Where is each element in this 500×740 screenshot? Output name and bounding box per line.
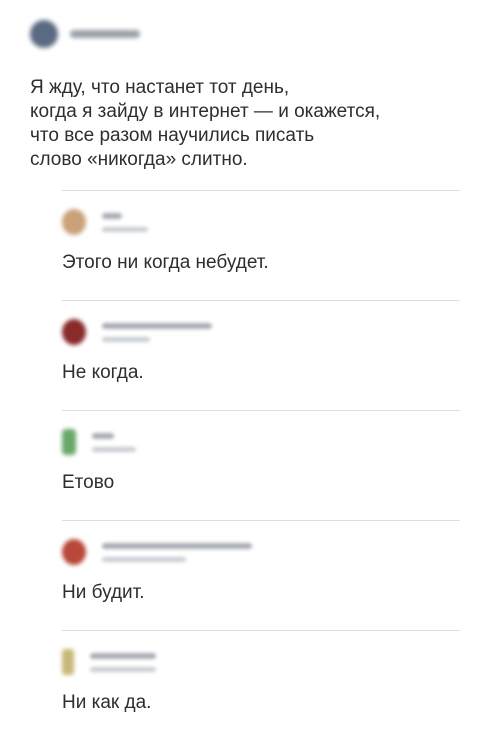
post-header <box>30 14 480 54</box>
comment-text: Этого ни когда небудет. <box>62 252 269 273</box>
comments-list: Этого ни когда небудет. Не когда. Етово <box>62 190 460 740</box>
comment-header <box>62 429 136 455</box>
comment-text: Етово <box>62 472 115 493</box>
comment-date-blurred <box>102 226 148 232</box>
comment-date-blurred <box>92 446 136 452</box>
comment-text: Ни будит. <box>62 582 145 603</box>
commenter-name-blurred[interactable] <box>102 212 122 219</box>
comment-text: Не когда. <box>62 362 144 383</box>
comment-1: Этого ни когда небудет. <box>62 190 460 300</box>
post: Я жду, что настанет тот день, когда я за… <box>30 14 480 172</box>
author-name-blurred[interactable] <box>70 30 140 38</box>
comment-date-blurred <box>102 556 186 562</box>
commenter-name-blurred[interactable] <box>102 542 252 549</box>
comment-header <box>62 539 252 565</box>
comment-4: Ни будит. <box>62 520 460 630</box>
comment-3: Етово <box>62 410 460 520</box>
commenter-name-blurred[interactable] <box>102 322 212 329</box>
commenter-avatar[interactable] <box>62 649 74 675</box>
commenter-name-blurred[interactable] <box>92 432 114 439</box>
comment-2: Не когда. <box>62 300 460 410</box>
comment-header <box>62 649 156 675</box>
commenter-avatar[interactable] <box>62 319 86 345</box>
author-avatar[interactable] <box>30 20 58 48</box>
comment-text: Ни как да. <box>62 692 152 713</box>
comment-header <box>62 209 148 235</box>
commenter-avatar[interactable] <box>62 429 76 455</box>
comment-date-blurred <box>102 336 150 342</box>
comment-date-blurred <box>90 666 156 672</box>
comment-5: Ни как да. <box>62 630 460 740</box>
commenter-name-blurred[interactable] <box>90 652 156 659</box>
comment-header <box>62 319 212 345</box>
commenter-avatar[interactable] <box>62 209 86 235</box>
post-text: Я жду, что настанет тот день, когда я за… <box>30 77 381 170</box>
commenter-avatar[interactable] <box>62 539 86 565</box>
